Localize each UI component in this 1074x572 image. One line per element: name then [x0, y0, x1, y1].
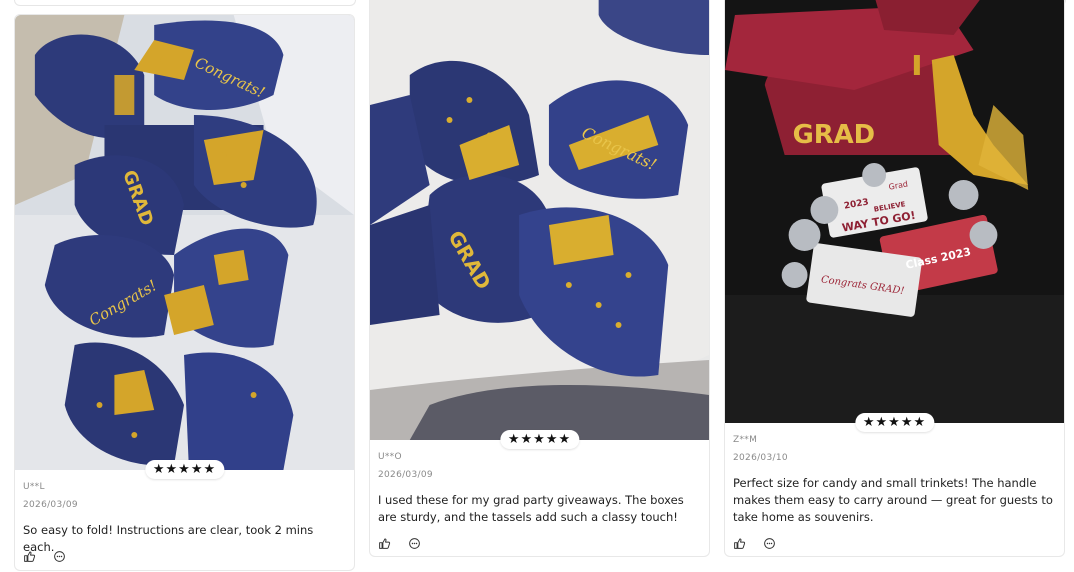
review-card[interactable]: GRAD BELIEVE WAY TO GO! 2023 Class 2023 … — [724, 0, 1065, 557]
review-date: 2026/03/10 — [733, 453, 788, 463]
comment-icon[interactable] — [408, 537, 421, 550]
previous-card-edge — [14, 0, 356, 6]
reviewer-name: Z**M — [733, 435, 758, 445]
review-text: Perfect size for candy and small trinket… — [733, 476, 1053, 524]
review-date: 2026/03/09 — [23, 500, 78, 510]
review-photo[interactable]: Congrats! GRAD — [370, 0, 709, 440]
review-card[interactable]: Congrats! GRAD ★★★★★ U**O 2026/03/09 I u… — [369, 0, 710, 557]
review-photo[interactable]: Congrats! GRAD Congrats! — [15, 15, 354, 470]
review-text: I used these for my grad party giveaways… — [378, 493, 684, 524]
thumbs-up-icon[interactable] — [733, 537, 746, 550]
comment-icon[interactable] — [763, 537, 776, 550]
review-card[interactable]: Congrats! GRAD Congrats! ★★★★★ U**L 2026… — [14, 14, 355, 571]
photo-grad-text: GRAD — [793, 120, 876, 150]
review-date: 2026/03/09 — [378, 470, 433, 480]
review-photo[interactable]: GRAD BELIEVE WAY TO GO! 2023 Class 2023 … — [725, 0, 1064, 423]
rating-stars: ★★★★★ — [854, 413, 935, 432]
review-text: So easy to fold! Instructions are clear,… — [23, 523, 314, 554]
reviewer-name: U**O — [378, 452, 402, 462]
reviewer-name: U**L — [23, 482, 45, 492]
comment-icon[interactable] — [53, 550, 66, 563]
thumbs-up-icon[interactable] — [23, 550, 36, 563]
rating-stars: ★★★★★ — [144, 460, 225, 479]
thumbs-up-icon[interactable] — [378, 537, 391, 550]
rating-stars: ★★★★★ — [499, 430, 580, 449]
